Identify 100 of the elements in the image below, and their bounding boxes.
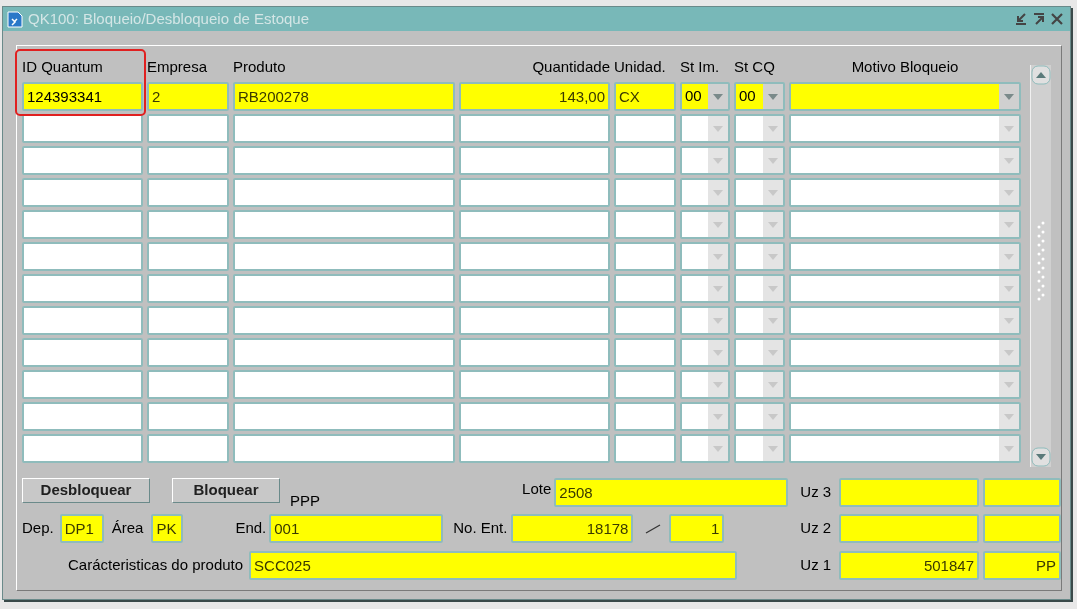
dropdown-field[interactable] bbox=[680, 434, 730, 463]
dropdown-field[interactable] bbox=[680, 338, 730, 367]
dropdown-field[interactable] bbox=[680, 210, 730, 239]
dropdown-field[interactable] bbox=[680, 242, 730, 271]
table-cell[interactable] bbox=[459, 242, 610, 271]
dropdown-field[interactable]: 00 bbox=[680, 82, 730, 111]
input-field[interactable] bbox=[983, 514, 1061, 543]
dropdown-field[interactable] bbox=[789, 370, 1021, 399]
table-cell[interactable] bbox=[233, 338, 455, 367]
table-cell[interactable] bbox=[22, 242, 143, 271]
input-field[interactable]: 18178 bbox=[511, 514, 634, 543]
dropdown-field[interactable] bbox=[734, 338, 785, 367]
dropdown-field[interactable] bbox=[734, 370, 785, 399]
table-cell[interactable]: CX bbox=[614, 82, 676, 111]
table-cell[interactable] bbox=[147, 306, 229, 335]
dropdown-field[interactable] bbox=[734, 274, 785, 303]
table-cell[interactable] bbox=[614, 370, 676, 399]
table-cell[interactable] bbox=[459, 274, 610, 303]
table-cell[interactable] bbox=[233, 402, 455, 431]
table-cell[interactable] bbox=[22, 274, 143, 303]
table-cell[interactable] bbox=[22, 178, 143, 207]
dropdown-field[interactable] bbox=[680, 114, 730, 143]
dropdown-field[interactable] bbox=[789, 146, 1021, 175]
minimize-icon[interactable] bbox=[1014, 12, 1028, 26]
unblock-button[interactable]: Desbloquear bbox=[22, 478, 150, 503]
table-cell[interactable] bbox=[22, 306, 143, 335]
table-cell[interactable] bbox=[459, 434, 610, 463]
table-cell[interactable] bbox=[147, 370, 229, 399]
table-cell[interactable] bbox=[614, 210, 676, 239]
table-cell[interactable] bbox=[147, 242, 229, 271]
dropdown-field[interactable] bbox=[680, 146, 730, 175]
close-icon[interactable] bbox=[1050, 12, 1064, 26]
input-field[interactable]: PK bbox=[151, 514, 184, 543]
table-cell[interactable] bbox=[22, 146, 143, 175]
table-cell[interactable]: RB200278 bbox=[233, 82, 455, 111]
table-cell[interactable] bbox=[459, 402, 610, 431]
table-cell[interactable]: 124393341 bbox=[22, 82, 143, 111]
maximize-icon[interactable] bbox=[1032, 12, 1046, 26]
dropdown-field[interactable] bbox=[789, 210, 1021, 239]
table-cell[interactable] bbox=[233, 242, 455, 271]
table-cell[interactable] bbox=[22, 338, 143, 367]
dropdown-field[interactable] bbox=[734, 306, 785, 335]
input-field[interactable] bbox=[839, 478, 979, 507]
table-cell[interactable] bbox=[614, 274, 676, 303]
table-cell[interactable] bbox=[614, 114, 676, 143]
table-cell[interactable] bbox=[233, 146, 455, 175]
dropdown-field[interactable] bbox=[734, 178, 785, 207]
table-cell[interactable] bbox=[233, 274, 455, 303]
table-cell[interactable] bbox=[459, 114, 610, 143]
table-cell[interactable] bbox=[614, 434, 676, 463]
table-cell[interactable] bbox=[459, 306, 610, 335]
table-cell[interactable] bbox=[147, 402, 229, 431]
dropdown-field[interactable] bbox=[789, 274, 1021, 303]
table-cell[interactable] bbox=[22, 402, 143, 431]
table-cell[interactable] bbox=[147, 210, 229, 239]
table-cell[interactable] bbox=[233, 434, 455, 463]
input-field[interactable]: DP1 bbox=[59, 514, 104, 543]
table-cell[interactable] bbox=[614, 306, 676, 335]
table-cell[interactable] bbox=[614, 242, 676, 271]
dropdown-field[interactable]: 00 bbox=[734, 82, 785, 111]
table-cell[interactable] bbox=[233, 178, 455, 207]
table-cell[interactable] bbox=[459, 178, 610, 207]
input-field[interactable]: 501847 bbox=[839, 551, 979, 580]
dropdown-field[interactable] bbox=[789, 402, 1021, 431]
input-field[interactable]: SCC025 bbox=[249, 551, 738, 580]
scroll-up-icon[interactable] bbox=[1031, 65, 1051, 85]
dropdown-field[interactable] bbox=[789, 338, 1021, 367]
dropdown-field[interactable] bbox=[734, 434, 785, 463]
dropdown-field[interactable] bbox=[680, 274, 730, 303]
block-button[interactable]: Bloquear bbox=[172, 478, 280, 503]
table-cell[interactable] bbox=[459, 146, 610, 175]
dropdown-field[interactable] bbox=[789, 82, 1021, 111]
input-field[interactable] bbox=[983, 478, 1061, 507]
table-cell[interactable] bbox=[147, 434, 229, 463]
table-cell[interactable] bbox=[22, 114, 143, 143]
table-cell[interactable] bbox=[614, 178, 676, 207]
dropdown-field[interactable] bbox=[680, 306, 730, 335]
table-cell[interactable] bbox=[147, 274, 229, 303]
table-cell[interactable] bbox=[233, 114, 455, 143]
table-cell[interactable]: 2 bbox=[147, 82, 229, 111]
table-cell[interactable] bbox=[147, 146, 229, 175]
scroll-down-icon[interactable] bbox=[1031, 447, 1051, 467]
table-cell[interactable] bbox=[459, 210, 610, 239]
table-cell[interactable] bbox=[147, 178, 229, 207]
dropdown-field[interactable] bbox=[680, 178, 730, 207]
vertical-scrollbar[interactable] bbox=[1030, 65, 1051, 467]
input-field[interactable]: 1 bbox=[669, 514, 725, 543]
table-cell[interactable] bbox=[22, 210, 143, 239]
input-field[interactable]: 001 bbox=[269, 514, 444, 543]
table-cell[interactable] bbox=[233, 306, 455, 335]
dropdown-field[interactable] bbox=[734, 242, 785, 271]
table-cell[interactable] bbox=[233, 210, 455, 239]
dropdown-field[interactable] bbox=[789, 114, 1021, 143]
table-cell[interactable] bbox=[459, 338, 610, 367]
dropdown-field[interactable] bbox=[680, 370, 730, 399]
dropdown-field[interactable] bbox=[789, 434, 1021, 463]
table-cell[interactable] bbox=[614, 146, 676, 175]
table-cell[interactable] bbox=[614, 338, 676, 367]
dropdown-field[interactable] bbox=[734, 146, 785, 175]
table-cell[interactable] bbox=[459, 370, 610, 399]
